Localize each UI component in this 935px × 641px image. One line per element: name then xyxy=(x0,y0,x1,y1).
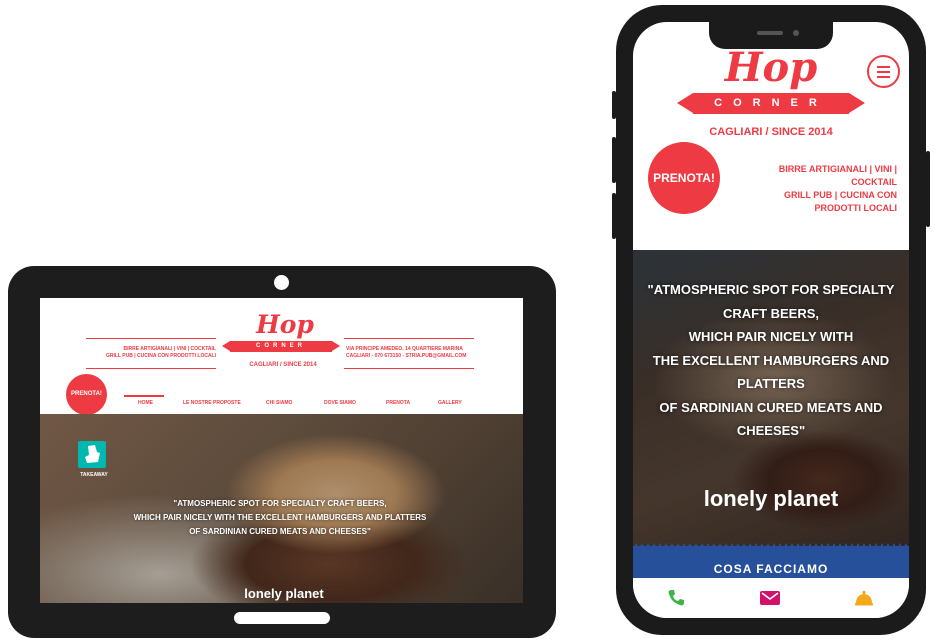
phone-side-button xyxy=(612,193,616,239)
bell-icon[interactable] xyxy=(853,587,875,609)
menu-bar xyxy=(877,66,890,68)
nav-gallery[interactable]: GALLERY xyxy=(438,400,462,406)
nav-home[interactable]: HOME xyxy=(138,400,153,406)
section-band: COSA FACCIAMO xyxy=(633,543,909,578)
quote-line: PLATTERS xyxy=(737,376,805,391)
nav-proposte[interactable]: LE NOSTRE PROPOSTE xyxy=(183,400,241,406)
deliveroo-icon[interactable] xyxy=(78,441,106,468)
prenota-badge[interactable]: PRENOTA! xyxy=(68,376,105,413)
logo-script[interactable]: Hop xyxy=(255,310,315,339)
tablet-camera xyxy=(274,275,289,290)
tagline-line: COCKTAIL xyxy=(851,177,897,187)
quote-line: WHICH PAIR NICELY WITH xyxy=(688,329,854,344)
tagline-line: BIRRE ARTIGIANALI | VINI | COCKTAIL xyxy=(123,346,216,352)
phone-icon[interactable] xyxy=(665,587,687,609)
prenota-badge[interactable]: PRENOTA! xyxy=(652,146,716,210)
city-label: CAGLIARI / SINCE 2014 xyxy=(709,126,833,138)
nav-active-indicator xyxy=(124,395,164,397)
tagline-line: PRODOTTI LOCALI xyxy=(814,203,898,213)
header-address: VIA PRINCIPE AMEDEO, 14 QUARTIERE MARINA… xyxy=(346,346,476,360)
hero-quote: "ATMOSPHERIC SPOT FOR SPECIALTY CRAFT BE… xyxy=(130,497,430,539)
quote-line: "ATMOSPHERIC SPOT FOR SPECIALTY xyxy=(647,282,895,297)
quote-line: CHEESES" xyxy=(736,423,806,438)
header-line xyxy=(86,338,216,339)
nav-dove-siamo[interactable]: DOVE SIAMO xyxy=(324,400,356,406)
lonely-planet-logo: lonely planet xyxy=(244,586,324,601)
city-label: CAGLIARI / SINCE 2014 xyxy=(249,362,317,368)
menu-bar xyxy=(877,71,890,73)
phone-screen: Hop CORNER CAGLIARI / SINCE 2014 PRENOTA… xyxy=(633,22,909,618)
header-line xyxy=(86,368,216,369)
phone-side-button xyxy=(612,137,616,183)
tagline-line: BIRRE ARTIGIANALI | VINI | xyxy=(778,164,897,174)
header-tagline: BIRRE ARTIGIANALI | VINI | COCKTAIL GRIL… xyxy=(763,163,897,215)
header-line xyxy=(344,338,474,339)
front-camera xyxy=(793,30,799,36)
hero-image: TAKEAWAY "ATMOSPHERIC SPOT FOR SPECIALTY… xyxy=(40,414,523,603)
tagline-line: GRILL PUB | CUCINA CON PRODOTTI LOCALI xyxy=(105,353,216,359)
mail-icon[interactable] xyxy=(759,587,781,609)
zigzag-edge xyxy=(633,543,909,549)
hero-image: "ATMOSPHERIC SPOT FOR SPECIALTY CRAFT BE… xyxy=(633,250,909,546)
menu-bar xyxy=(877,76,890,78)
section-title: COSA FACCIAMO xyxy=(713,562,829,576)
tagline-line: GRILL PUB | CUCINA CON xyxy=(783,190,897,200)
hero-quote: "ATMOSPHERIC SPOT FOR SPECIALTY CRAFT BE… xyxy=(645,278,897,443)
tablet-screen: BIRRE ARTIGIANALI | VINI | COCKTAIL GRIL… xyxy=(40,298,523,603)
phone-notch xyxy=(709,22,833,49)
quote-line: CRAFT BEERS, xyxy=(722,305,820,321)
quote-line: OF SARDINIAN CURED MEATS AND xyxy=(659,399,883,415)
quote-line: WHICH PAIR NICELY WITH THE EXCELLENT HAM… xyxy=(133,513,427,522)
hamburger-menu-icon[interactable] xyxy=(867,55,900,88)
logo-ribbon: CORNER xyxy=(677,93,865,114)
phone-side-button xyxy=(612,91,616,119)
phone-side-button xyxy=(926,151,930,227)
address-line: VIA PRINCIPE AMEDEO, 14 QUARTIERE MARINA xyxy=(346,346,463,352)
phone-device: Hop CORNER CAGLIARI / SINCE 2014 PRENOTA… xyxy=(612,5,930,635)
header-line xyxy=(344,368,474,369)
header-tagline: BIRRE ARTIGIANALI | VINI | COCKTAIL GRIL… xyxy=(90,346,216,360)
quote-line: THE EXCELLENT HAMBURGERS AND xyxy=(652,352,890,368)
logo-ribbon: CORNER xyxy=(222,341,340,352)
takeaway-label: TAKEAWAY xyxy=(80,472,108,478)
quote-line: OF SARDINIAN CURED MEATS AND CHEESES" xyxy=(189,527,371,536)
nav-chi-siamo[interactable]: CHI SIAMO xyxy=(266,400,292,406)
tablet-home-bar[interactable] xyxy=(234,612,330,624)
logo-script[interactable]: Hop xyxy=(721,44,821,91)
bottom-action-bar xyxy=(633,578,909,618)
quote-line: "ATMOSPHERIC SPOT FOR SPECIALTY CRAFT BE… xyxy=(173,499,387,508)
tablet-device: BIRRE ARTIGIANALI | VINI | COCKTAIL GRIL… xyxy=(8,266,556,638)
address-line: CAGLIARI - 070 673150 - STRIA.PUB@GMAIL.… xyxy=(346,353,467,359)
speaker-grill xyxy=(757,31,783,35)
main-nav: HOME LE NOSTRE PROPOSTE CHI SIAMO DOVE S… xyxy=(120,400,480,410)
nav-prenota[interactable]: PRENOTA xyxy=(386,400,410,406)
lonely-planet-logo: lonely planet xyxy=(703,486,839,511)
